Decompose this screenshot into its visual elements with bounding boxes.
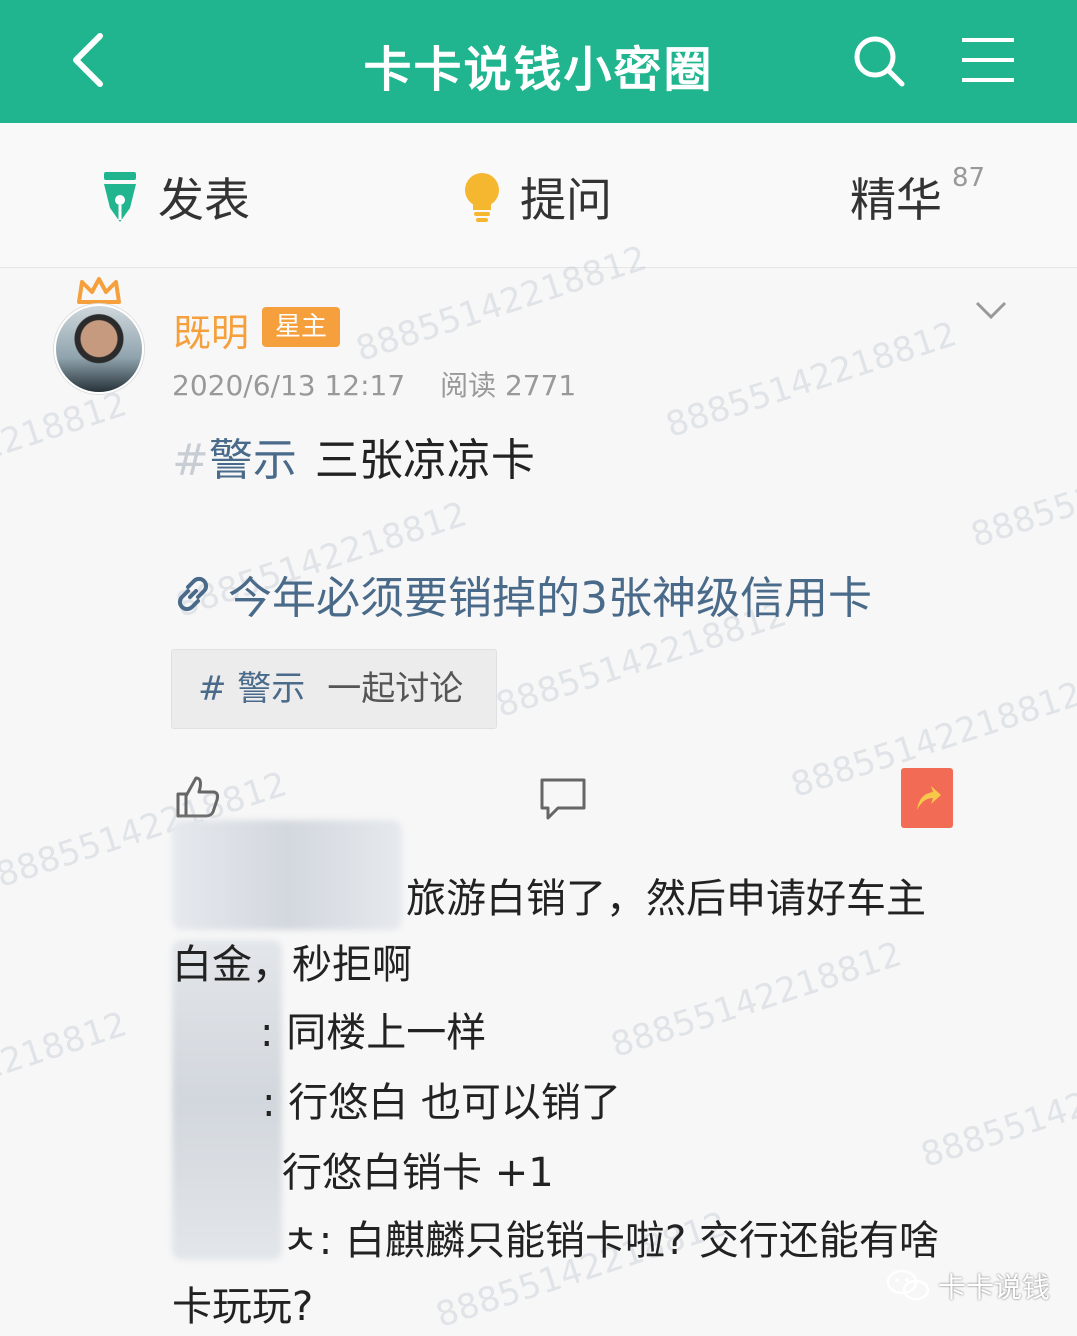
post-button[interactable]: 发表 [100,167,250,227]
post-date: 2020/6/13 12:17 [172,369,406,402]
action-bar: 发表 提问 精华 87 [0,123,1077,268]
chevron-down-icon[interactable] [974,298,1008,322]
author-name[interactable]: 既明 [173,302,249,357]
article-link[interactable]: 今年必须要销掉的3张神级信用卡 [172,562,872,626]
like-icon[interactable] [174,774,222,818]
chip-desc: 一起讨论 [327,669,464,709]
digest-button[interactable]: 精华 87 [850,163,985,227]
comment-line: ㅊ: 白麒麟只能销卡啦? 交行还能有啥 [282,1218,939,1264]
link-icon [177,576,209,612]
hashtag-symbol: # [172,435,209,486]
owner-badge: 星主 [262,307,340,347]
lightbulb-icon [465,173,499,222]
comment-icon[interactable] [538,776,588,822]
watermark-text: 88855142218812 [0,1004,132,1136]
post-label: 发表 [158,173,250,227]
share-arrow-icon [917,786,941,810]
topic-tag[interactable]: 警示 [209,435,297,486]
comment-line: 白金，秒拒啊 [172,942,412,988]
share-button[interactable] [901,768,953,828]
watermark-text: 88855142218812 [966,424,1077,556]
comment-line: : 同楼上一样 [260,1010,487,1056]
post-meta: 2020/6/13 12:17 阅读 2771 [172,364,576,404]
pen-icon [104,172,136,222]
title-text: 三张凉凉卡 [314,435,535,486]
wechat-icon [886,1269,930,1301]
watermark-text: 88855142218812 [661,314,962,446]
topic-chip[interactable]: # 警示 一起讨论 [171,649,497,729]
redacted-username [172,820,402,930]
menu-icon[interactable] [960,36,1016,84]
watermark-text: 88855142218812 [0,384,132,516]
search-icon[interactable] [852,34,906,88]
top-bar: 卡卡说钱小密圈 [0,0,1077,123]
ask-label: 提问 [520,173,612,227]
wechat-label: 卡卡说钱 [938,1271,1051,1304]
comment-line: 行悠白销卡 +1 [282,1150,554,1196]
post-reads: 阅读 2771 [440,369,577,402]
page-title: 卡卡说钱小密圈 [363,42,714,98]
author-avatar[interactable] [54,276,144,394]
ask-button[interactable]: 提问 [462,167,612,227]
link-text: 今年必须要销掉的3张神级信用卡 [228,573,872,624]
comment-line: 卡玩玩? [172,1284,314,1330]
post-title: #警示 三张凉凉卡 [172,424,535,488]
comment-line: 旅游白销了，然后申请好车主 [406,876,926,922]
watermark-text: 88855142218812 [606,934,907,1066]
digest-count: 87 [952,163,986,193]
avatar [54,304,144,394]
digest-label: 精华 [850,173,942,227]
wechat-watermark: 卡卡说钱 [886,1266,1050,1306]
crown-icon [77,277,121,304]
chip-tag: # 警示 [198,669,306,709]
watermark-text: 88855142218812 [916,1044,1077,1176]
comment-line: : 行悠白 也可以销了 [262,1080,621,1126]
